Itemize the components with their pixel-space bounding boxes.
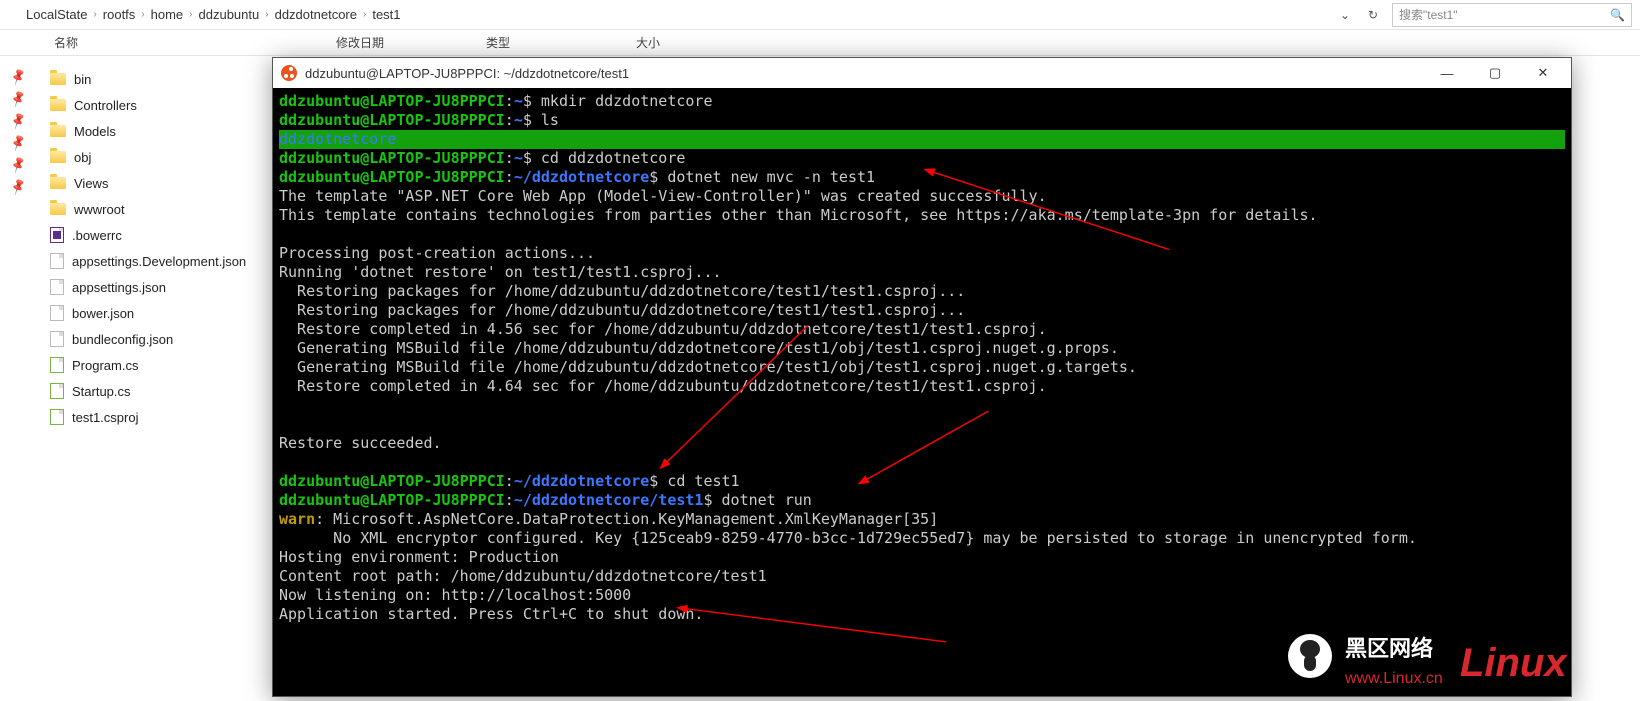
- chevron-right-icon: ›: [189, 9, 192, 20]
- minimize-button[interactable]: —: [1427, 59, 1467, 87]
- folder-icon: [50, 73, 66, 85]
- pin-icon: 📌: [8, 89, 27, 108]
- col-type[interactable]: 类型: [486, 34, 636, 51]
- pin-icon: 📌: [8, 155, 27, 174]
- folder-icon: [50, 177, 66, 189]
- file-name: bin: [74, 72, 91, 87]
- refresh-icon[interactable]: ↻: [1362, 4, 1384, 26]
- maximize-button[interactable]: ▢: [1475, 59, 1515, 87]
- chevron-right-icon: ›: [265, 9, 268, 20]
- file-name: .bowerrc: [72, 228, 122, 243]
- crumb[interactable]: ddzdotnetcore: [275, 7, 357, 22]
- ubuntu-icon: [281, 65, 297, 81]
- terminal-window: ddzubuntu@LAPTOP-JU8PPPCI: ~/ddzdotnetco…: [272, 57, 1572, 697]
- crumb[interactable]: test1: [372, 7, 400, 22]
- pin-icon: 📌: [8, 177, 27, 196]
- code-file-icon: [50, 357, 64, 373]
- file-icon: [50, 305, 64, 321]
- file-name: appsettings.Development.json: [72, 254, 246, 269]
- file-name: bundleconfig.json: [72, 332, 173, 347]
- vs-file-icon: [50, 227, 64, 243]
- breadcrumb-bar: LocalState › rootfs › home › ddzubuntu › ddz…: [0, 0, 1640, 30]
- chevron-right-icon: ›: [141, 9, 144, 20]
- file-name: wwwroot: [74, 202, 125, 217]
- col-modified[interactable]: 修改日期: [336, 34, 486, 51]
- pin-icon: 📌: [8, 133, 27, 152]
- file-name: test1.csproj: [72, 410, 138, 425]
- breadcrumb[interactable]: LocalState › rootfs › home › ddzubuntu › ddz…: [8, 7, 1334, 22]
- file-name: appsettings.json: [72, 280, 166, 295]
- close-button[interactable]: ✕: [1523, 59, 1563, 87]
- crumb[interactable]: ddzubuntu: [199, 7, 260, 22]
- folder-icon: [50, 99, 66, 111]
- quick-access-pins: 📌 📌 📌 📌 📌 📌: [0, 56, 36, 701]
- search-placeholder: 搜索"test1": [1399, 6, 1458, 23]
- pin-icon: 📌: [8, 111, 27, 130]
- code-file-icon: [50, 383, 64, 399]
- folder-icon: [50, 151, 66, 163]
- chevron-right-icon: ›: [93, 9, 96, 20]
- search-input[interactable]: 搜索"test1" 🔍: [1392, 3, 1632, 27]
- file-name: Models: [74, 124, 116, 139]
- crumb[interactable]: rootfs: [103, 7, 136, 22]
- code-file-icon: [50, 409, 64, 425]
- file-icon: [50, 279, 64, 295]
- file-icon: [50, 253, 64, 269]
- folder-icon: [50, 203, 66, 215]
- pin-icon: 📌: [8, 67, 27, 86]
- dropdown-icon[interactable]: ⌄: [1334, 4, 1356, 26]
- file-name: Views: [74, 176, 108, 191]
- column-headers: 名称 修改日期 类型 大小: [0, 30, 1640, 56]
- search-icon: 🔍: [1610, 8, 1625, 22]
- col-size[interactable]: 大小: [636, 34, 736, 51]
- col-name[interactable]: 名称: [36, 34, 336, 51]
- file-icon: [50, 331, 64, 347]
- crumb[interactable]: LocalState: [26, 7, 87, 22]
- terminal-titlebar[interactable]: ddzubuntu@LAPTOP-JU8PPPCI: ~/ddzdotnetco…: [273, 58, 1571, 88]
- folder-icon: [50, 125, 66, 137]
- file-name: Controllers: [74, 98, 137, 113]
- terminal-title: ddzubuntu@LAPTOP-JU8PPPCI: ~/ddzdotnetco…: [305, 66, 629, 81]
- address-bar-controls: ⌄ ↻: [1334, 4, 1384, 26]
- file-name: Program.cs: [72, 358, 138, 373]
- file-name: obj: [74, 150, 91, 165]
- chevron-right-icon: ›: [363, 9, 366, 20]
- terminal-body[interactable]: ddzubuntu@LAPTOP-JU8PPPCI:~$ mkdir ddzdo…: [273, 88, 1571, 696]
- crumb[interactable]: home: [151, 7, 184, 22]
- file-name: Startup.cs: [72, 384, 131, 399]
- file-name: bower.json: [72, 306, 134, 321]
